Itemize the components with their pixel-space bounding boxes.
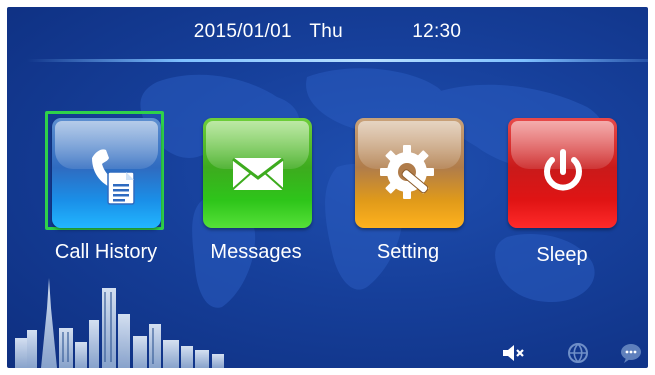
sleep-button[interactable]	[508, 118, 617, 228]
setting-button[interactable]	[355, 118, 464, 228]
messages-button[interactable]	[203, 118, 312, 228]
device-frame: 2015/01/01 Thu 12:30 Call History Messag…	[0, 0, 655, 375]
home-screen: 2015/01/01 Thu 12:30 Call History Messag…	[7, 7, 648, 368]
speaker-mute-icon[interactable]	[501, 341, 525, 365]
date-time-display: 2015/01/01 Thu 12:30	[7, 21, 648, 43]
envelope-icon	[232, 157, 284, 190]
power-icon	[544, 149, 582, 191]
status-header: 2015/01/01 Thu 12:30	[7, 7, 648, 59]
weekday-text: Thu	[309, 21, 344, 42]
setting-label: Setting	[376, 241, 440, 263]
sleep-label: Sleep	[536, 244, 588, 266]
call-history-icon	[92, 149, 135, 205]
network-globe-icon[interactable]	[566, 341, 590, 365]
call-history-button[interactable]	[52, 118, 161, 228]
gear-wrench-icon	[380, 145, 434, 199]
time-text: 12:30	[412, 21, 462, 42]
chat-bubble-icon[interactable]	[619, 341, 643, 365]
city-skyline-illustration	[15, 278, 224, 368]
header-divider	[27, 59, 648, 62]
date-text: 2015/01/01	[193, 21, 292, 42]
